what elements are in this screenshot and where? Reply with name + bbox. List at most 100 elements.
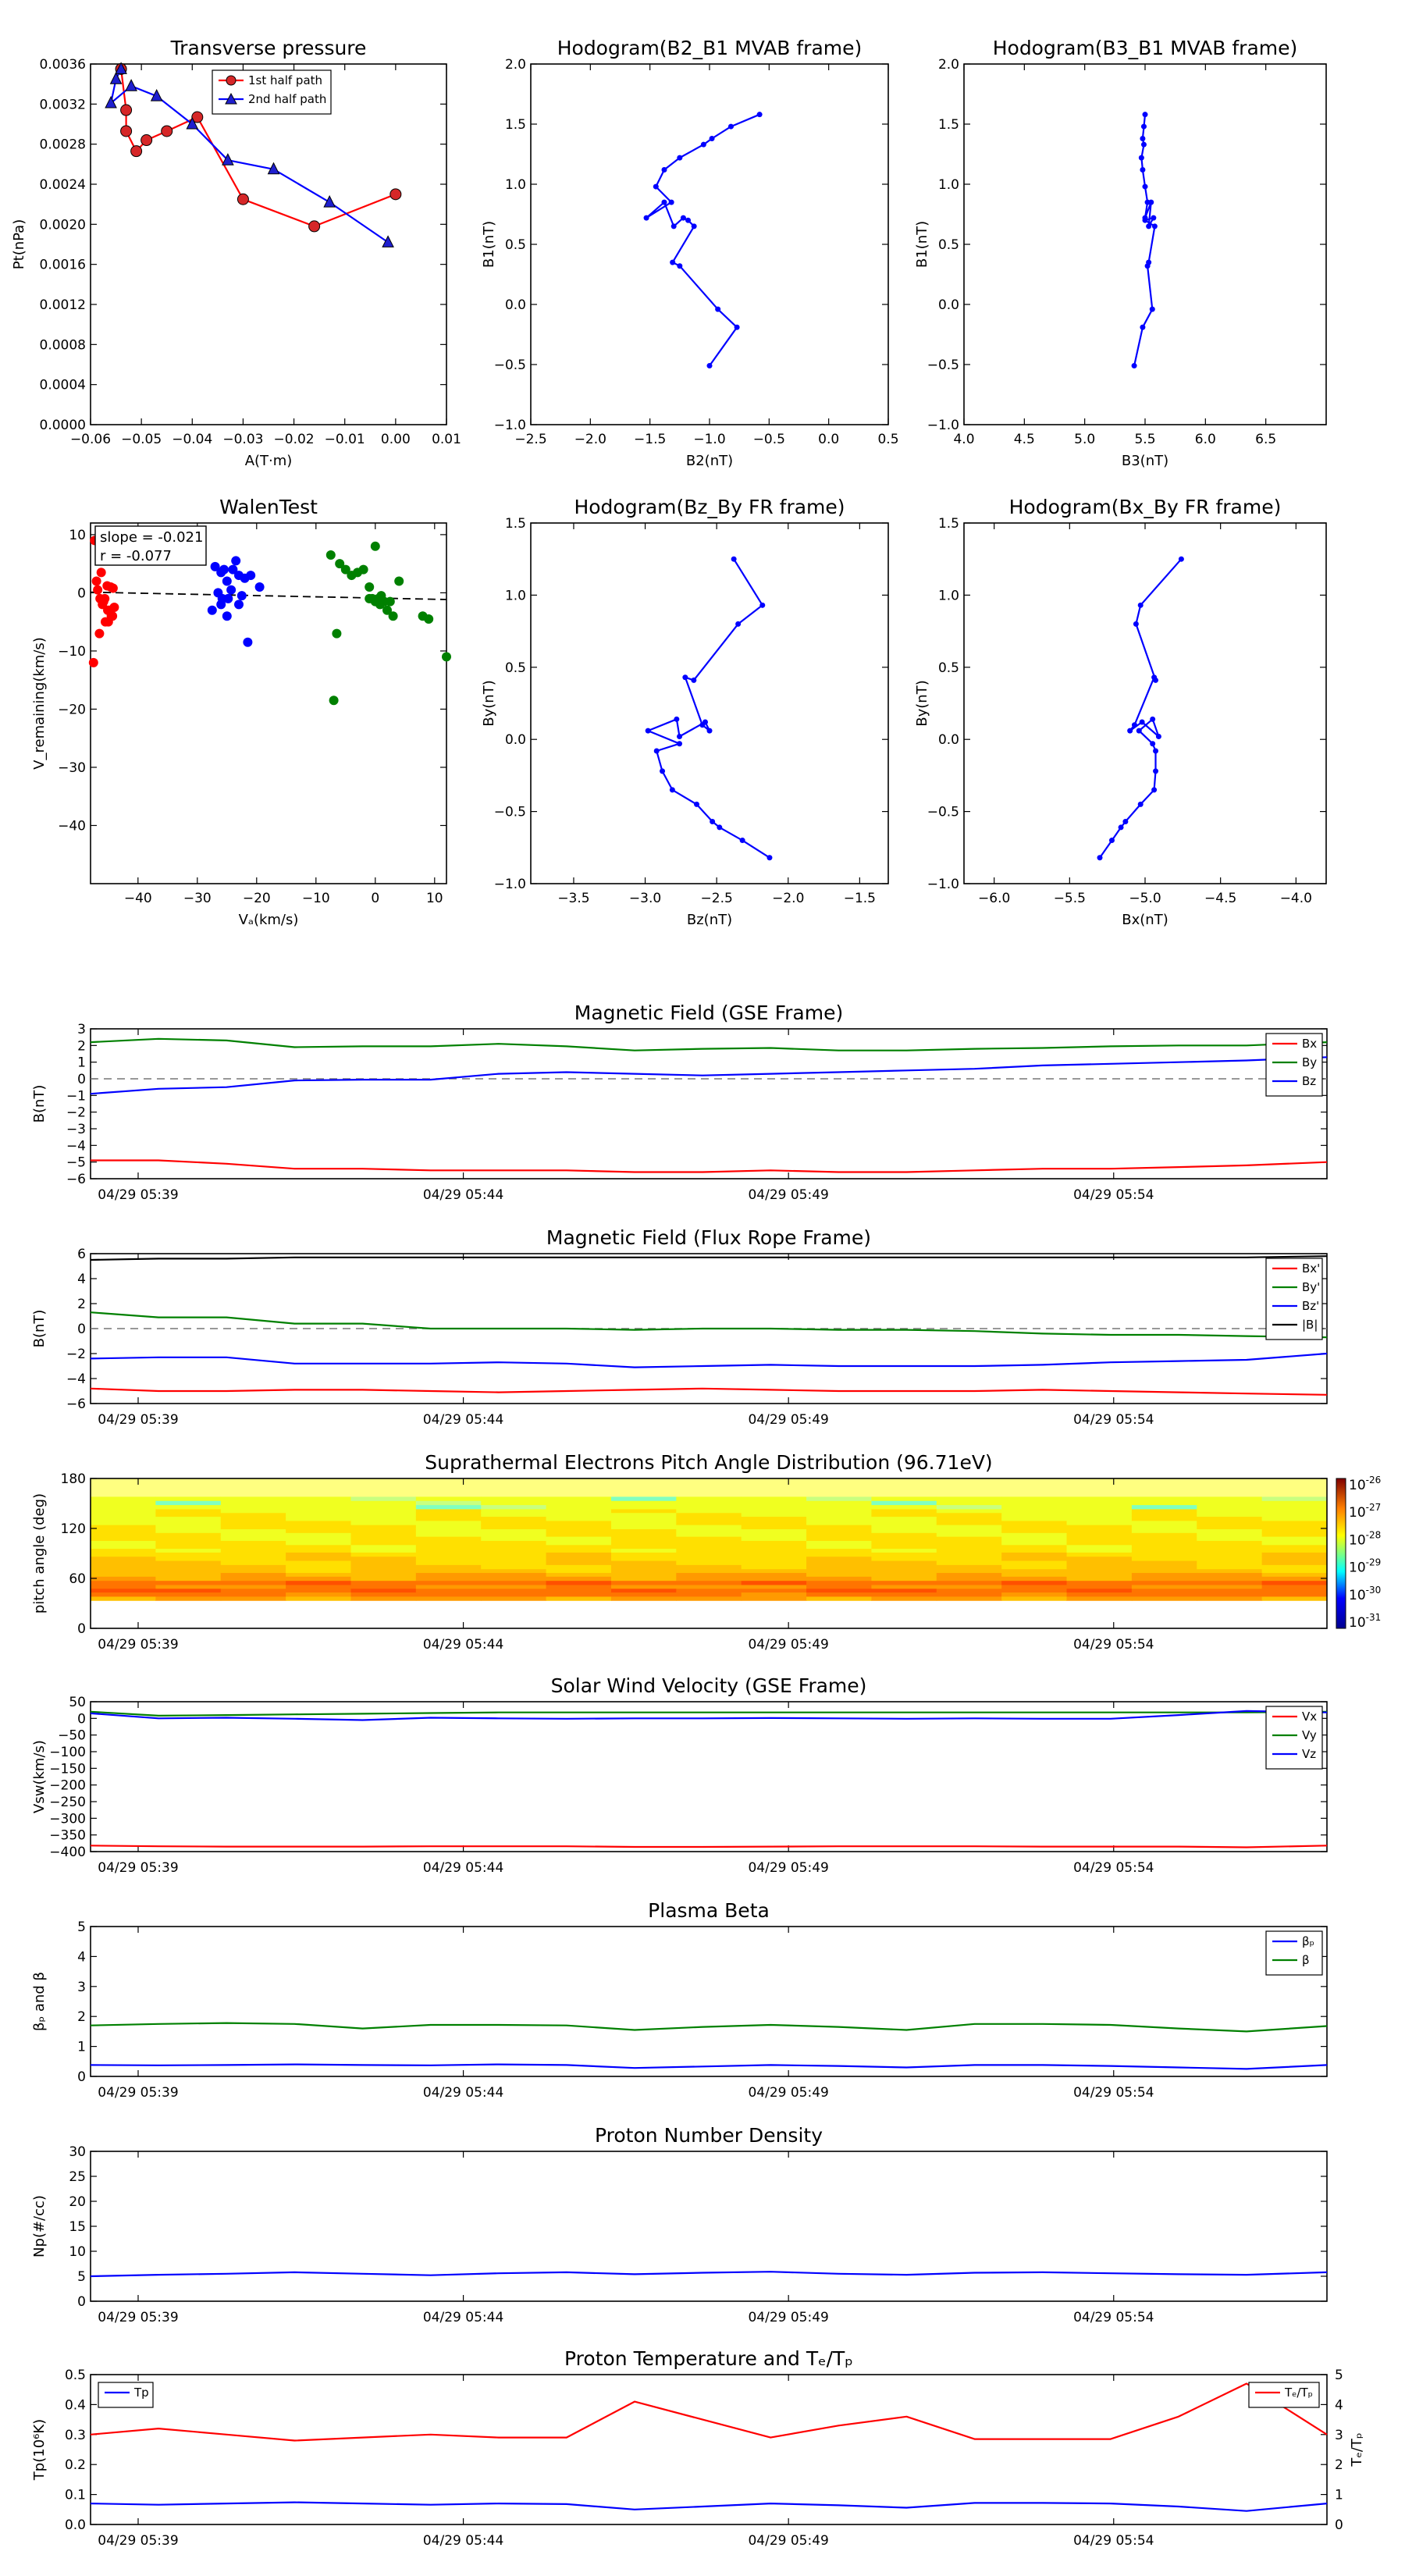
pad-title: Suprathermal Electrons Pitch Angle Distr… xyxy=(425,1451,992,1474)
pad-cell xyxy=(286,1592,351,1597)
pad-cell xyxy=(286,1512,351,1517)
pad-cell xyxy=(871,1500,937,1506)
beta-legend-label: βₚ xyxy=(1302,1934,1314,1948)
pad-cell xyxy=(481,1588,547,1593)
tp-xtick-label: 0.00 xyxy=(381,432,411,447)
pad-cell xyxy=(1261,1492,1328,1497)
pad-cell xyxy=(676,1572,742,1577)
pad-xtick-label: 04/29 05:49 xyxy=(748,1637,828,1653)
pad-cell xyxy=(1197,1552,1263,1557)
pad-cell xyxy=(1131,1585,1197,1589)
pad-cell xyxy=(1001,1564,1068,1570)
hodo1-ytick-label: 2.0 xyxy=(505,57,526,73)
vsw-xtick-label: 04/29 05:49 xyxy=(748,1860,828,1876)
pad-cell xyxy=(350,1556,417,1561)
pad-cell xyxy=(1001,1492,1068,1497)
pad-cell xyxy=(806,1592,872,1597)
pad-cell xyxy=(936,1504,1002,1510)
pad-cell xyxy=(1131,1552,1197,1557)
pad-cell xyxy=(610,1552,677,1557)
tp-legend-marker xyxy=(226,75,237,86)
pad-cell xyxy=(350,1560,417,1565)
vsw-xtick-label: 04/29 05:44 xyxy=(423,1860,503,1876)
pad-cell xyxy=(481,1564,547,1570)
hodo1-point xyxy=(670,259,676,265)
walen-point-green xyxy=(358,564,368,575)
pad-cell xyxy=(1066,1592,1133,1597)
walen-point-green xyxy=(329,696,339,706)
pad-cell xyxy=(871,1572,937,1577)
tp-point-circle xyxy=(130,145,143,158)
pad-cell xyxy=(871,1488,937,1493)
pad-cell xyxy=(806,1572,872,1577)
pad-cell xyxy=(155,1592,222,1597)
hodo2-ytick-label: 2.0 xyxy=(938,57,959,73)
pad-cell xyxy=(286,1560,351,1565)
pad-cell xyxy=(1066,1556,1133,1561)
pad-cell xyxy=(741,1568,807,1574)
pad-cell xyxy=(91,1564,156,1570)
pad-cell xyxy=(1066,1520,1133,1525)
pad-cell xyxy=(806,1516,872,1521)
pad-cell xyxy=(1197,1544,1263,1550)
pad-cell xyxy=(220,1528,286,1533)
pad-cell xyxy=(1197,1568,1263,1574)
hodo1-ytick-label: −1.0 xyxy=(494,418,526,433)
pad-cell xyxy=(610,1532,677,1537)
pad-cell xyxy=(1131,1516,1197,1521)
pad-cell xyxy=(91,1496,156,1501)
pad-cell xyxy=(415,1536,482,1541)
pad-cell xyxy=(286,1585,351,1589)
pad-cell xyxy=(676,1560,742,1565)
bgse-ytick-label: 3 xyxy=(77,1022,86,1037)
pad-cell xyxy=(350,1580,417,1585)
pad-cell xyxy=(1001,1528,1068,1533)
pad-cell xyxy=(741,1596,807,1601)
walen-ytick-label: −40 xyxy=(58,818,86,834)
pad-colorbar-exp: -27 xyxy=(1366,1502,1382,1513)
pad-cell xyxy=(610,1556,677,1561)
pad-cell xyxy=(610,1492,677,1497)
tp2-legend-label: Tp xyxy=(133,2386,149,2400)
pad-cell xyxy=(1197,1572,1263,1577)
tp2-ytick2-label: 5 xyxy=(1335,2368,1343,2383)
pad-cell xyxy=(220,1548,286,1553)
pad-cell xyxy=(1261,1516,1328,1521)
pad-cell xyxy=(1261,1478,1328,1485)
hodo2-ytick-label: 1.5 xyxy=(938,117,959,133)
pad-cell xyxy=(871,1564,937,1570)
pad-cell xyxy=(546,1536,612,1541)
bfr-legend-label: |B| xyxy=(1302,1318,1318,1332)
tp2-ytick-label: 0.4 xyxy=(65,2397,86,2413)
hodo2-point xyxy=(1140,123,1147,130)
pad-cell xyxy=(806,1504,872,1510)
pad-cell xyxy=(871,1512,937,1517)
pad-cell xyxy=(610,1540,677,1546)
pad-cell xyxy=(741,1560,807,1565)
pad-cell xyxy=(871,1568,937,1574)
bgse-legend-label: Bx xyxy=(1302,1037,1317,1051)
pad-cell xyxy=(1066,1478,1133,1485)
pad-cell xyxy=(350,1588,417,1593)
pad-cell xyxy=(1261,1556,1328,1561)
pad-cell xyxy=(91,1516,156,1521)
pad-cell xyxy=(286,1568,351,1574)
hodo1-xtick-label: −2.5 xyxy=(514,432,546,447)
pad-cell xyxy=(1261,1485,1328,1489)
pad-cell xyxy=(1131,1485,1197,1489)
pad-cell xyxy=(350,1536,417,1541)
walen-point-green xyxy=(442,652,451,662)
pad-cell xyxy=(350,1516,417,1521)
pad-cell xyxy=(936,1516,1002,1521)
pad-cell xyxy=(415,1492,482,1497)
pad-cell xyxy=(546,1596,612,1601)
tp2-ylabel2: Tₑ/Tₚ xyxy=(1349,2432,1365,2467)
pad-cell xyxy=(481,1478,547,1485)
tp-legend-label: 2nd half path xyxy=(248,92,326,106)
pad-cell xyxy=(741,1516,807,1521)
pad-cell xyxy=(481,1556,547,1561)
hodo3-xtick-label: −3.5 xyxy=(557,891,589,906)
hodo1-ytick-label: 0.0 xyxy=(505,297,526,313)
pad-cell xyxy=(610,1564,677,1570)
walen-point-blue xyxy=(207,605,217,615)
